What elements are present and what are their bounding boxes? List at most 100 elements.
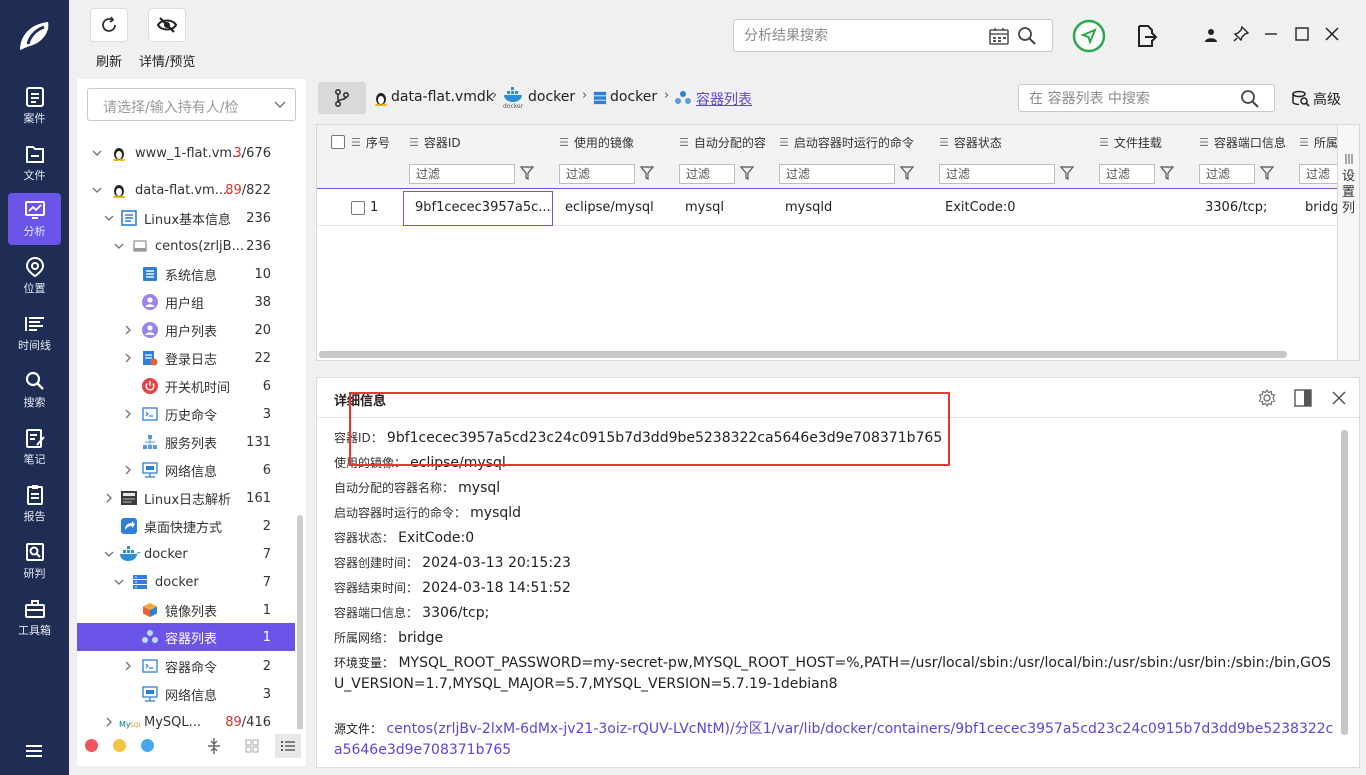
chevron-down-icon[interactable] xyxy=(113,576,125,588)
nav-item-timeline[interactable]: 时间线 xyxy=(8,307,61,359)
details-preview-button[interactable]: 详情/预览 xyxy=(139,8,195,70)
filter-input[interactable]: 过滤 xyxy=(779,164,895,184)
column-settings-button[interactable]: 设置列 xyxy=(1337,125,1359,360)
chevron-right-icon[interactable] xyxy=(122,352,134,364)
tree-item-user-group[interactable]: 用户组 38 xyxy=(77,288,295,316)
column-header[interactable]: ☰ 容器端口信息 xyxy=(1199,132,1286,152)
advanced-search-icon[interactable] xyxy=(1291,89,1311,109)
nav-item-files[interactable]: 文件 xyxy=(8,137,61,189)
chevron-right-icon[interactable] xyxy=(122,464,134,476)
tree-item-linux-basic[interactable]: Linux基本信息 236 xyxy=(77,204,295,232)
chevron-right-icon[interactable] xyxy=(122,324,134,336)
chevron-down-icon[interactable] xyxy=(103,212,115,224)
tree-item-system-info[interactable]: 系统信息 10 xyxy=(77,260,295,288)
filter-input[interactable]: 过滤 xyxy=(679,164,735,184)
column-header[interactable]: ☰ 自动分配的容 xyxy=(679,132,766,152)
holder-select[interactable]: 请选择/输入持有人/检 xyxy=(87,88,296,121)
close-icon[interactable] xyxy=(1323,25,1341,43)
list-search-box[interactable] xyxy=(1018,84,1275,112)
breadcrumb-item[interactable]: docker xyxy=(528,89,575,105)
tree-item-login-log[interactable]: 登录日志 22 xyxy=(77,344,295,372)
filter-input[interactable]: 过滤 xyxy=(1199,164,1255,184)
maximize-icon[interactable] xyxy=(1293,25,1311,43)
red-dot-icon[interactable] xyxy=(85,739,98,752)
filter-icon[interactable] xyxy=(899,165,915,181)
detail-vscrollbar[interactable] xyxy=(1341,430,1348,735)
minimize-icon[interactable] xyxy=(1262,25,1280,43)
filter-icon[interactable] xyxy=(1059,165,1075,181)
nav-item-search[interactable]: 搜索 xyxy=(8,364,61,416)
nav-item-analysis[interactable]: 分析 xyxy=(8,193,61,245)
column-header[interactable]: ☰ 容器状态 xyxy=(939,132,1002,152)
tree-scrollbar[interactable] xyxy=(297,515,303,755)
column-header[interactable]: ☰ 所属 xyxy=(1299,132,1337,152)
user-icon[interactable] xyxy=(1203,26,1219,44)
select-all-checkbox[interactable] xyxy=(331,135,345,149)
nav-item-toolbox[interactable]: 工具箱 xyxy=(8,592,61,644)
chevron-down-icon[interactable] xyxy=(103,548,115,560)
breadcrumb-item[interactable]: data-flat.vmdk xyxy=(391,89,494,105)
chevron-down-icon[interactable] xyxy=(113,240,125,252)
tree-item-docker[interactable]: docker 7 xyxy=(77,540,295,568)
filter-icon[interactable] xyxy=(739,165,755,181)
breadcrumb-item[interactable]: docker xyxy=(610,89,657,105)
split-panel-icon[interactable] xyxy=(1293,388,1313,408)
tree-item-container-list[interactable]: 容器列表 1 xyxy=(77,623,295,651)
tree-item-history-command[interactable]: 历史命令 3 xyxy=(77,400,295,428)
row-checkbox[interactable] xyxy=(351,201,365,215)
chevron-right-icon[interactable] xyxy=(103,716,115,728)
column-header[interactable]: ☰ 使用的镜像 xyxy=(559,132,634,152)
close-icon[interactable] xyxy=(1329,388,1349,408)
tree-item-linux-log[interactable]: Linux日志解析 161 xyxy=(77,484,295,512)
tree-item-power-time[interactable]: 开关机时间 6 xyxy=(77,372,295,400)
blue-dot-icon[interactable] xyxy=(141,739,154,752)
tree-item-container-command[interactable]: 容器命令 2 xyxy=(77,652,295,680)
tree-item-user-list[interactable]: 用户列表 20 xyxy=(77,316,295,344)
tree-item-www1[interactable]: www_1-flat.vm... 3/676 xyxy=(77,139,295,167)
chevron-right-icon[interactable] xyxy=(122,660,134,672)
filter-icon[interactable] xyxy=(639,165,655,181)
column-header[interactable]: ☰ 文件挂载 xyxy=(1099,132,1162,152)
collapse-icon[interactable] xyxy=(205,737,223,755)
branch-button[interactable] xyxy=(318,82,366,114)
yellow-dot-icon[interactable] xyxy=(113,739,126,752)
chevron-right-icon[interactable] xyxy=(103,492,115,504)
chevron-right-icon[interactable] xyxy=(122,408,134,420)
tree-item-data-flat[interactable]: data-flat.vm... 89/822 xyxy=(77,176,295,204)
nav-item-report[interactable]: 报告 xyxy=(8,478,61,530)
list-search-input[interactable] xyxy=(1029,89,1229,109)
advanced-button[interactable]: 高级 xyxy=(1313,89,1341,109)
filter-input[interactable]: 过滤 xyxy=(1099,164,1155,184)
search-icon[interactable] xyxy=(1016,25,1038,47)
locate-icon[interactable] xyxy=(1072,19,1106,53)
column-header[interactable]: ☰ 序号 xyxy=(351,132,390,152)
filter-icon[interactable] xyxy=(1159,165,1175,181)
tree-item-docker-sub[interactable]: docker 7 xyxy=(77,568,295,596)
chevron-down-icon[interactable] xyxy=(91,184,103,196)
tree-item-centos[interactable]: centos(zrljB... 236 xyxy=(77,232,295,260)
tree-item-image-list[interactable]: 镜像列表 1 xyxy=(77,596,295,624)
chevron-down-icon[interactable] xyxy=(91,147,103,159)
filter-input[interactable]: 过滤 xyxy=(409,164,515,184)
column-header[interactable]: ☰ 启动容器时运行的命令 xyxy=(779,132,914,152)
source-file-link[interactable]: centos(zrljBv-2lxM-6dMx-jv21-3oiz-rQUV-L… xyxy=(334,721,1333,758)
nav-item-research[interactable]: 研判 xyxy=(8,535,61,587)
tree-item-service-list[interactable]: 服务列表 131 xyxy=(77,428,295,456)
grid-view-icon[interactable] xyxy=(243,737,261,755)
column-header[interactable]: ☰ 容器ID xyxy=(409,132,461,152)
breadcrumb-item-current[interactable]: 容器列表 xyxy=(696,89,752,109)
tree-item-desktop-shortcut[interactable]: 桌面快捷方式 2 xyxy=(77,512,295,540)
menu-icon[interactable] xyxy=(24,741,44,761)
analysis-search-box[interactable] xyxy=(733,19,1053,52)
tree-item-network-info[interactable]: 网络信息 6 xyxy=(77,456,295,484)
table-hscrollbar[interactable] xyxy=(319,351,1287,358)
tree-item-docker-network[interactable]: 网络信息 3 xyxy=(77,680,295,708)
search-icon[interactable] xyxy=(1239,88,1261,110)
export-icon[interactable] xyxy=(1134,24,1158,48)
calendar-icon[interactable] xyxy=(988,26,1010,46)
gear-icon[interactable] xyxy=(1257,388,1277,408)
pin-icon[interactable] xyxy=(1232,25,1250,43)
table-row[interactable]: 1 9bf1cecec3957a5c... eclipse/mysql mysq… xyxy=(317,191,1339,226)
nav-item-notes[interactable]: 笔记 xyxy=(8,421,61,473)
filter-input[interactable]: 过滤 xyxy=(559,164,635,184)
